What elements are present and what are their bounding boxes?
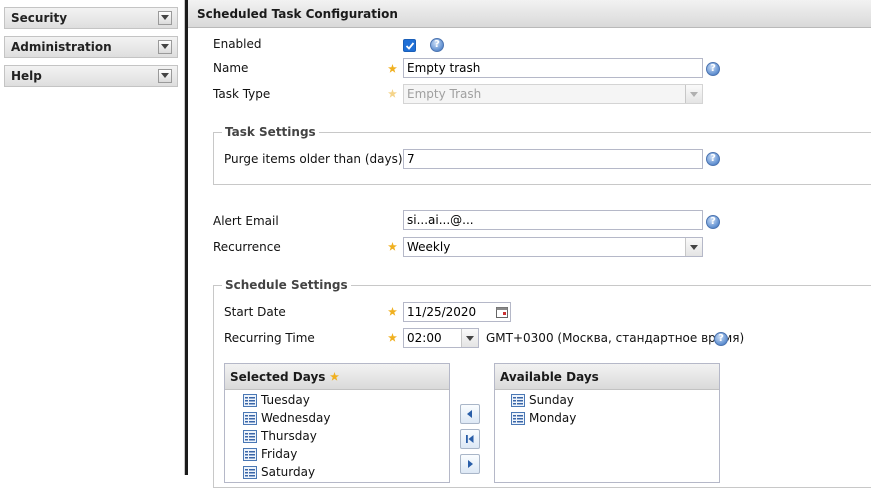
help-icon[interactable]: ?	[714, 332, 728, 346]
calendar-icon	[496, 307, 508, 318]
required-star-icon	[388, 89, 397, 98]
recurring-time-value: 02:00	[407, 331, 442, 345]
sidebar-panel-security[interactable]: Security	[4, 7, 178, 29]
required-star-icon	[388, 307, 397, 316]
required-star-icon	[329, 372, 339, 381]
help-icon[interactable]: ?	[430, 38, 444, 52]
date-picker-trigger[interactable]	[495, 304, 509, 320]
task-settings-legend: Task Settings	[225, 125, 316, 139]
arrow-first-icon	[466, 435, 474, 443]
move-left-button[interactable]	[460, 404, 480, 424]
day-label: Thursday	[261, 429, 317, 443]
dropdown-trigger	[685, 85, 702, 103]
name-input[interactable]	[403, 58, 703, 78]
purge-days-input[interactable]	[403, 149, 703, 169]
move-all-left-button[interactable]	[460, 429, 480, 449]
recurrence-label: Recurrence	[213, 240, 281, 254]
recurring-time-select[interactable]: 02:00	[403, 328, 479, 348]
available-days-header: Available Days	[495, 364, 719, 390]
arrow-left-icon	[467, 410, 472, 418]
help-icon[interactable]: ?	[706, 215, 720, 229]
recurrence-select[interactable]: Weekly	[403, 237, 703, 257]
sidebar-panel-label: Help	[11, 69, 42, 83]
day-label: Saturday	[261, 465, 316, 479]
list-entry-icon	[243, 430, 257, 443]
panel-header: Scheduled Task Configuration	[188, 0, 871, 28]
chevron-down-icon	[161, 15, 169, 20]
day-label: Friday	[261, 447, 298, 461]
checkmark-icon	[405, 42, 415, 50]
task-type-select: Empty Trash	[403, 84, 703, 104]
chevron-down-icon	[466, 336, 474, 341]
list-entry-icon	[243, 394, 257, 407]
timezone-text: GMT+0300 (Москва, стандартное время)	[486, 331, 745, 345]
sidebar-panel-label: Administration	[11, 40, 112, 54]
enabled-label: Enabled	[213, 37, 262, 51]
expand-tool-button[interactable]	[158, 11, 172, 25]
list-entry-icon	[511, 412, 525, 425]
required-star-icon	[388, 333, 397, 342]
list-entry-icon	[243, 412, 257, 425]
sidebar-panel-label: Security	[11, 11, 68, 25]
list-entry-icon	[243, 466, 257, 479]
list-entry-icon	[511, 394, 525, 407]
required-star-icon	[388, 64, 397, 73]
required-star-icon	[388, 242, 397, 251]
chevron-down-icon	[690, 92, 698, 97]
purge-days-label: Purge items older than (days)	[224, 152, 403, 166]
page-title: Scheduled Task Configuration	[197, 7, 398, 21]
available-days-title: Available Days	[500, 370, 599, 384]
dropdown-trigger[interactable]	[461, 329, 478, 347]
day-label: Monday	[529, 411, 577, 425]
help-icon[interactable]: ?	[706, 62, 720, 76]
arrow-right-icon	[468, 460, 473, 468]
expand-tool-button[interactable]	[158, 40, 172, 54]
alert-email-label: Alert Email	[213, 214, 279, 228]
chevron-down-icon	[161, 44, 169, 49]
selected-days-title: Selected Days	[230, 370, 339, 384]
alert-email-input[interactable]	[403, 210, 703, 230]
recurrence-value: Weekly	[407, 240, 451, 254]
chevron-down-icon	[690, 245, 698, 250]
start-date-field[interactable]: 11/25/2020	[403, 302, 511, 322]
expand-tool-button[interactable]	[158, 69, 172, 83]
day-label: Tuesday	[261, 393, 310, 407]
chevron-down-icon	[161, 73, 169, 78]
sidebar: Security Administration Help	[0, 0, 185, 475]
selected-days-header: Selected Days	[225, 364, 449, 390]
sidebar-panel-help[interactable]: Help	[4, 65, 178, 87]
schedule-settings-legend: Schedule Settings	[225, 278, 348, 292]
recurring-time-label: Recurring Time	[224, 331, 315, 345]
dropdown-trigger[interactable]	[685, 238, 702, 256]
list-entry-icon	[243, 448, 257, 461]
name-label: Name	[213, 61, 249, 75]
day-label: Sunday	[529, 393, 574, 407]
move-right-button[interactable]	[460, 454, 480, 474]
available-days-panel: Available Days Sunday Monday	[494, 363, 720, 483]
start-date-value: 11/25/2020	[407, 305, 477, 319]
sidebar-panel-administration[interactable]: Administration	[4, 36, 178, 58]
help-icon[interactable]: ?	[706, 152, 720, 166]
task-config-panel: Scheduled Task Configuration Enabled ? N…	[188, 0, 871, 488]
task-type-value: Empty Trash	[407, 87, 482, 101]
day-label: Wednesday	[261, 411, 331, 425]
task-type-label: Task Type	[213, 87, 271, 101]
start-date-label: Start Date	[224, 305, 286, 319]
selected-days-panel: Selected Days Tuesday Wednesday Thursday…	[224, 363, 450, 483]
enabled-checkbox[interactable]	[403, 39, 416, 52]
